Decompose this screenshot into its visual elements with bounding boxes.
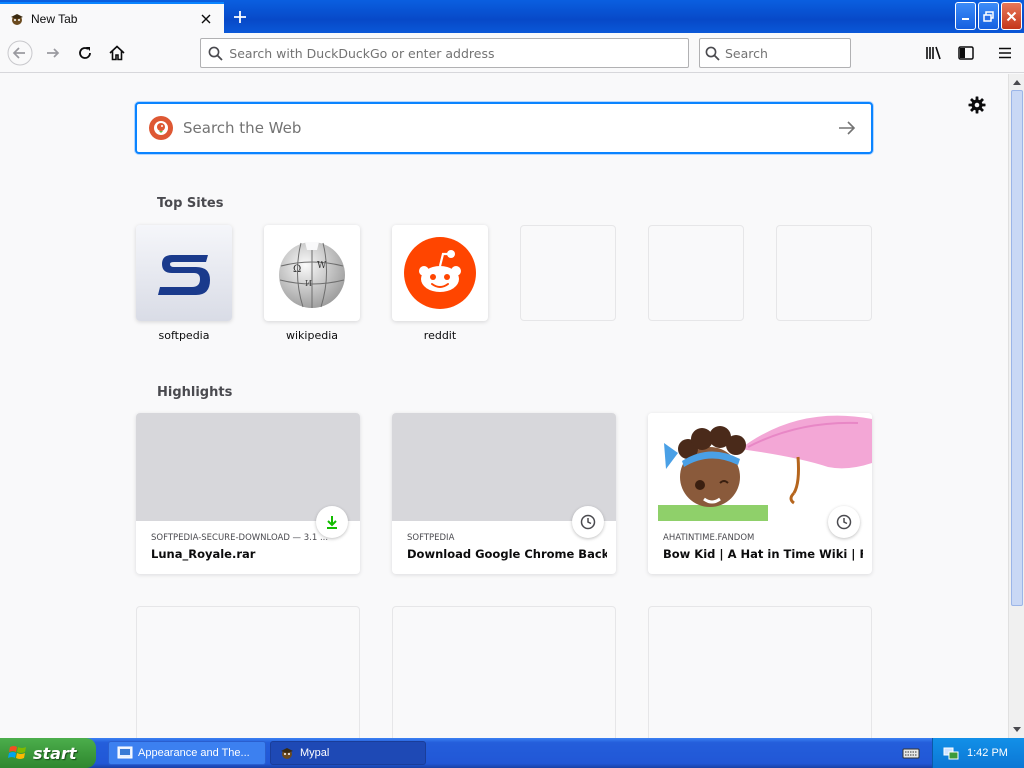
top-site-label: reddit <box>423 329 457 342</box>
highlight-host: SOFTPEDIA <box>407 533 455 543</box>
tab-title: New Tab <box>31 11 78 26</box>
start-button[interactable]: start <box>0 738 96 768</box>
minimize-button[interactable] <box>955 2 976 30</box>
tab-close-icon[interactable] <box>196 9 216 29</box>
scroll-down-arrow-icon[interactable] <box>1009 722 1024 738</box>
search-submit-arrow-icon[interactable] <box>827 108 867 148</box>
close-window-button[interactable] <box>1001 2 1022 30</box>
start-label: start <box>33 743 77 763</box>
top-sites-heading: Top Sites <box>157 196 224 211</box>
search-input[interactable] <box>725 45 850 61</box>
taskbar-item-label: Appearance and The... <box>138 747 250 759</box>
highlight-title: Bow Kid | A Hat in Time Wiki | Fa... <box>663 547 863 561</box>
sidebar-button[interactable] <box>952 39 980 67</box>
sidebar-icon <box>958 46 974 60</box>
new-tab-page: Top Sites softpedia Ω W И wikipedia <box>0 74 1008 738</box>
highlight-title: Download Google Chrome Back... <box>407 547 607 561</box>
highlight-placeholder <box>392 606 616 738</box>
reload-button[interactable] <box>71 39 99 67</box>
softpedia-logo-icon[interactable] <box>136 225 232 321</box>
highlight-thumbnail <box>392 413 616 521</box>
top-site-wikipedia[interactable]: Ω W И wikipedia <box>264 225 360 342</box>
navigation-toolbar <box>0 33 1024 73</box>
control-panel-icon <box>117 746 133 759</box>
top-site-softpedia[interactable]: softpedia <box>136 225 232 342</box>
top-site-label: wikipedia <box>285 329 338 342</box>
restore-button[interactable] <box>978 2 999 30</box>
network-icon[interactable] <box>943 745 959 761</box>
top-site-empty[interactable] <box>520 225 616 321</box>
highlight-thumbnail-bow-kid <box>648 413 872 521</box>
empty-tile[interactable] <box>648 225 744 321</box>
highlight-host: AHATINTIME.FANDOM <box>663 533 755 543</box>
back-button[interactable] <box>6 39 34 67</box>
scrollbar-thumb[interactable] <box>1011 90 1023 606</box>
title-bar: New Tab <box>0 0 1024 33</box>
plus-icon <box>234 11 246 23</box>
settings-gear-icon[interactable] <box>966 94 988 116</box>
menu-button[interactable] <box>991 39 1019 67</box>
home-button[interactable] <box>103 39 131 67</box>
web-search-input[interactable] <box>183 119 827 137</box>
address-input[interactable] <box>229 45 688 61</box>
reload-icon <box>79 47 91 59</box>
top-site-empty[interactable] <box>776 225 872 321</box>
home-icon <box>109 45 125 61</box>
highlight-card[interactable]: AHATINTIME.FANDOM Bow Kid | A Hat in Tim… <box>648 413 872 574</box>
reddit-alien-icon[interactable] <box>392 225 488 321</box>
keyboard-icon[interactable] <box>902 745 920 761</box>
search-icon <box>201 46 229 61</box>
highlight-placeholder <box>136 606 360 738</box>
library-button[interactable] <box>920 39 948 67</box>
svg-text:W: W <box>317 261 327 271</box>
empty-tile[interactable] <box>520 225 616 321</box>
highlight-card[interactable]: SOFTPEDIA-SECURE-DOWNLOAD — 3.1 ... Luna… <box>136 413 360 574</box>
duckduckgo-logo-icon <box>149 116 173 140</box>
web-search-box[interactable] <box>135 102 873 154</box>
system-tray: 1:42 PM <box>932 738 1024 768</box>
mypal-icon <box>281 748 293 759</box>
wikipedia-globe-icon[interactable]: Ω W И <box>264 225 360 321</box>
highlight-card[interactable]: SOFTPEDIA Download Google Chrome Back... <box>392 413 616 574</box>
library-icon <box>926 46 941 60</box>
clock: 1:42 PM <box>967 747 1008 759</box>
taskbar-item-mypal[interactable]: Mypal <box>270 741 426 765</box>
highlight-placeholder <box>648 606 872 738</box>
address-bar[interactable] <box>200 38 689 68</box>
forward-button[interactable] <box>39 39 67 67</box>
hamburger-menu-icon <box>999 47 1011 59</box>
back-arrow-icon <box>7 40 33 66</box>
taskbar-item-appearance[interactable]: Appearance and The... <box>108 741 266 765</box>
highlight-thumbnail <box>136 413 360 521</box>
empty-tile[interactable] <box>776 225 872 321</box>
forward-arrow-icon <box>47 48 60 58</box>
vertical-scrollbar[interactable] <box>1008 74 1024 738</box>
top-site-empty[interactable] <box>648 225 744 321</box>
svg-text:Ω: Ω <box>293 264 301 275</box>
top-site-label: softpedia <box>158 329 210 342</box>
new-tab-button[interactable] <box>226 3 254 31</box>
tab-new-tab[interactable]: New Tab <box>0 2 224 33</box>
window-controls <box>955 2 1022 30</box>
mypal-favicon-icon <box>11 13 23 25</box>
search-icon <box>700 46 725 61</box>
top-site-reddit[interactable]: reddit <box>392 225 488 342</box>
search-bar[interactable] <box>699 38 851 68</box>
svg-text:И: И <box>305 279 312 288</box>
scroll-up-arrow-icon[interactable] <box>1009 74 1024 90</box>
highlight-host: SOFTPEDIA-SECURE-DOWNLOAD — 3.1 ... <box>151 533 329 543</box>
windows-logo-icon <box>8 746 26 759</box>
highlights-heading: Highlights <box>157 385 233 400</box>
taskbar: start Appearance and The... Mypal 1:42 P… <box>0 738 1024 768</box>
taskbar-item-label: Mypal <box>300 747 330 759</box>
highlight-title: Luna_Royale.rar <box>151 547 256 561</box>
